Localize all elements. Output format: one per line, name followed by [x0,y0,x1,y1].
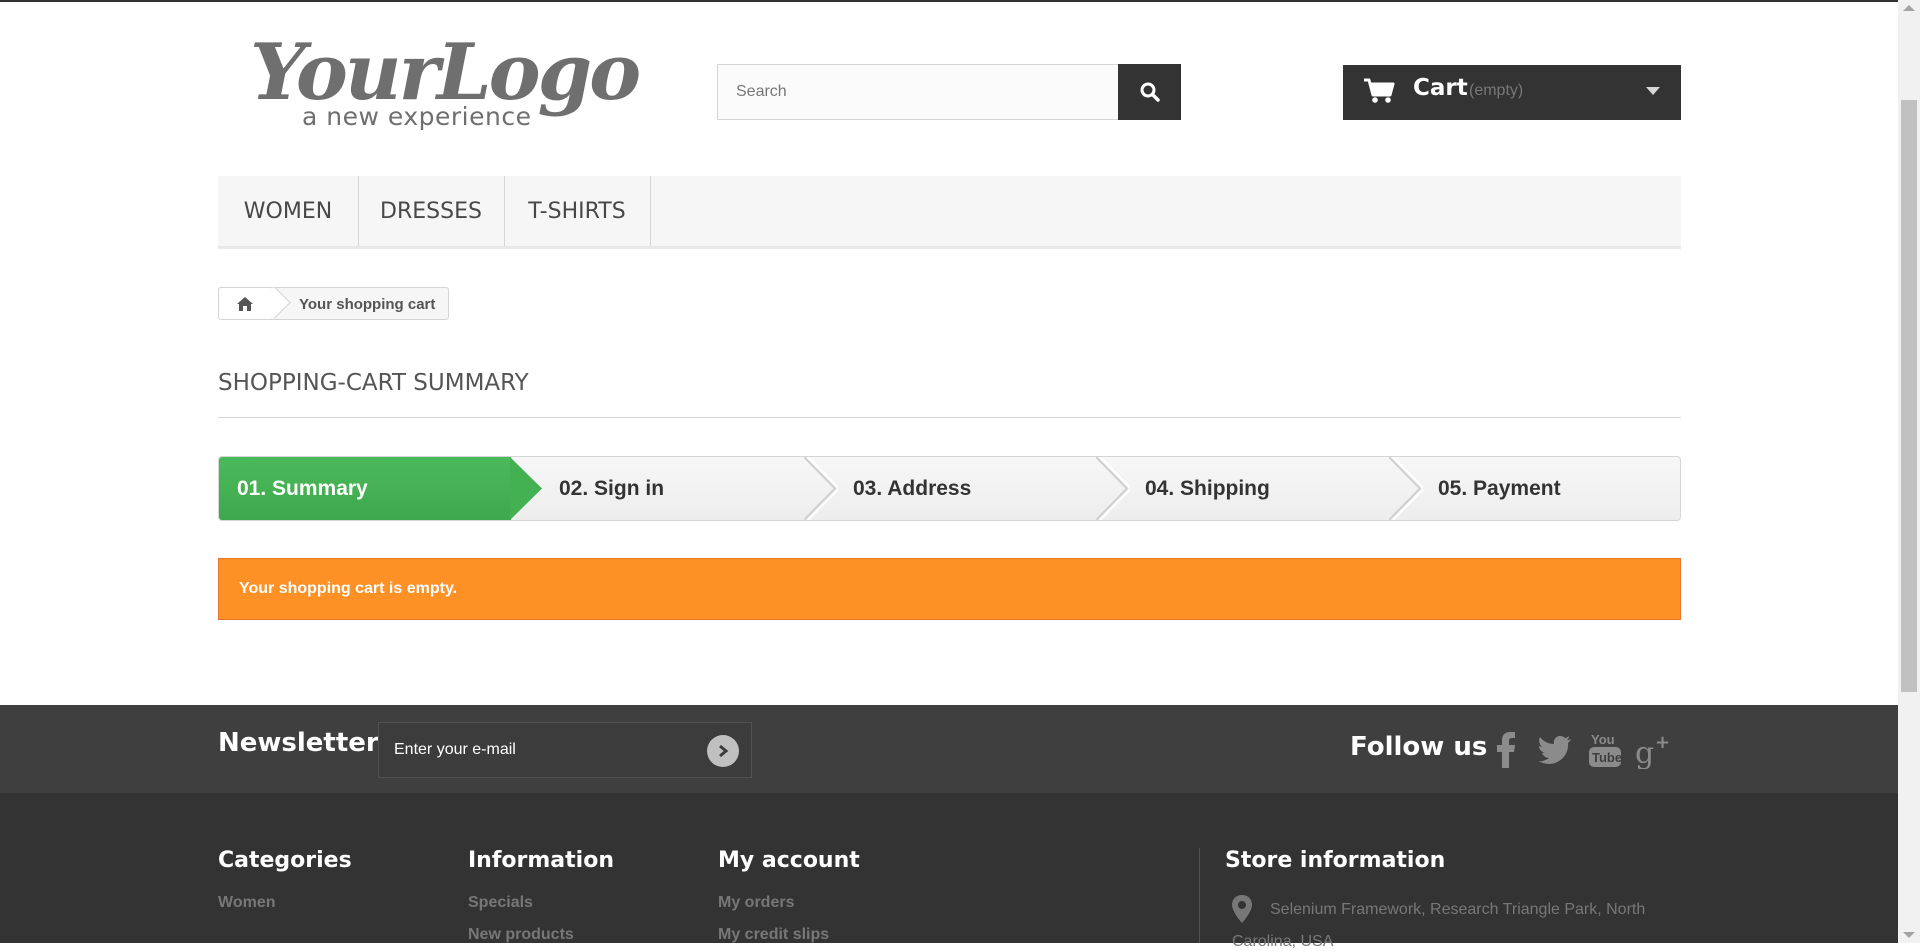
footer-information-title: Information [468,848,614,873]
step-sign-in[interactable]: 02. Sign in [559,457,809,520]
step-label: 02. Sign in [559,476,665,500]
step-arrow [804,457,838,520]
footer-store-title: Store information [1225,848,1446,873]
svg-text:+: + [1655,732,1670,753]
step-label: 05. Payment [1438,476,1561,500]
search-input[interactable] [718,65,1116,119]
footer-account-title: My account [718,848,860,873]
newsletter-form [378,722,752,778]
step-arrow [1389,457,1423,520]
scroll-down-arrow-icon[interactable] [1903,932,1915,938]
follow-us-title: Follow us [1350,732,1488,762]
footer-categories-title: Categories [218,848,352,873]
footer-link-new-products[interactable]: New products [468,926,574,944]
google-plus-icon[interactable]: g + [1634,730,1674,770]
footer-link-my-orders[interactable]: My orders [718,894,794,912]
alert-message: Your shopping cart is empty. [239,580,458,597]
step-arrow [1096,457,1130,520]
search-bar [717,64,1181,120]
breadcrumb-home-link[interactable] [219,288,271,319]
breadcrumb: Your shopping cart [218,286,449,320]
store-address-line2: Carolina, USA [1232,933,1334,950]
search-button[interactable] [1118,64,1181,120]
footer-link-specials[interactable]: Specials [468,894,533,912]
step-arrow [510,457,542,520]
svg-text:You: You [1591,732,1615,747]
twitter-icon[interactable] [1535,730,1575,770]
page-title: SHOPPING-CART SUMMARY [218,370,529,396]
home-icon [237,296,253,311]
breadcrumb-current: Your shopping cart [299,296,436,313]
step-label: 01. Summary [237,476,368,500]
step-label: 04. Shipping [1145,476,1270,500]
svg-text:g: g [1635,736,1654,769]
footer-divider [1199,848,1200,943]
footer-link-women[interactable]: Women [218,894,275,912]
main-menu: WOMEN DRESSES T-SHIRTS [218,176,1681,249]
page-scrollbar[interactable] [1898,0,1920,943]
top-border [0,0,1898,2]
chevron-down-icon [1646,87,1660,95]
store-address-line1: Selenium Framework, Research Triangle Pa… [1270,901,1646,918]
newsletter-email-input[interactable] [379,723,689,777]
menu-item-women[interactable]: WOMEN [218,176,359,246]
newsletter-title: Newsletter [218,728,379,758]
step-payment[interactable]: 05. Payment [1438,457,1678,520]
empty-cart-alert: Your shopping cart is empty. [218,558,1681,620]
search-icon [1140,82,1160,102]
step-label: 03. Address [853,476,972,500]
cart-button[interactable]: Cart (empty) [1343,65,1681,120]
svg-text:Tube: Tube [1592,750,1622,765]
scrollbar-thumb[interactable] [1901,100,1917,692]
cart-state: (empty) [1469,82,1524,99]
step-summary: 01. Summary [219,457,511,520]
checkout-steps: 01. Summary 02. Sign in 03. Address 04. … [218,456,1681,521]
map-marker-icon [1232,895,1252,923]
cart-label: Cart [1413,75,1468,101]
store-logo[interactable]: YourLogo a new experience [250,30,641,140]
step-address[interactable]: 03. Address [853,457,1103,520]
newsletter-submit-button[interactable] [707,735,739,767]
menu-item-tshirts[interactable]: T-SHIRTS [504,176,651,246]
logo-tagline: a new experience [302,102,532,131]
chevron-right-icon [719,744,729,758]
heading-divider [218,417,1681,418]
shopping-cart-icon [1364,78,1395,103]
scroll-up-arrow-icon[interactable] [1903,5,1915,11]
facebook-icon[interactable] [1486,730,1526,770]
menu-item-dresses[interactable]: DRESSES [358,176,505,246]
footer-link-credit-slips[interactable]: My credit slips [718,926,829,944]
step-shipping[interactable]: 04. Shipping [1145,457,1395,520]
youtube-icon[interactable]: You Tube [1585,730,1625,770]
